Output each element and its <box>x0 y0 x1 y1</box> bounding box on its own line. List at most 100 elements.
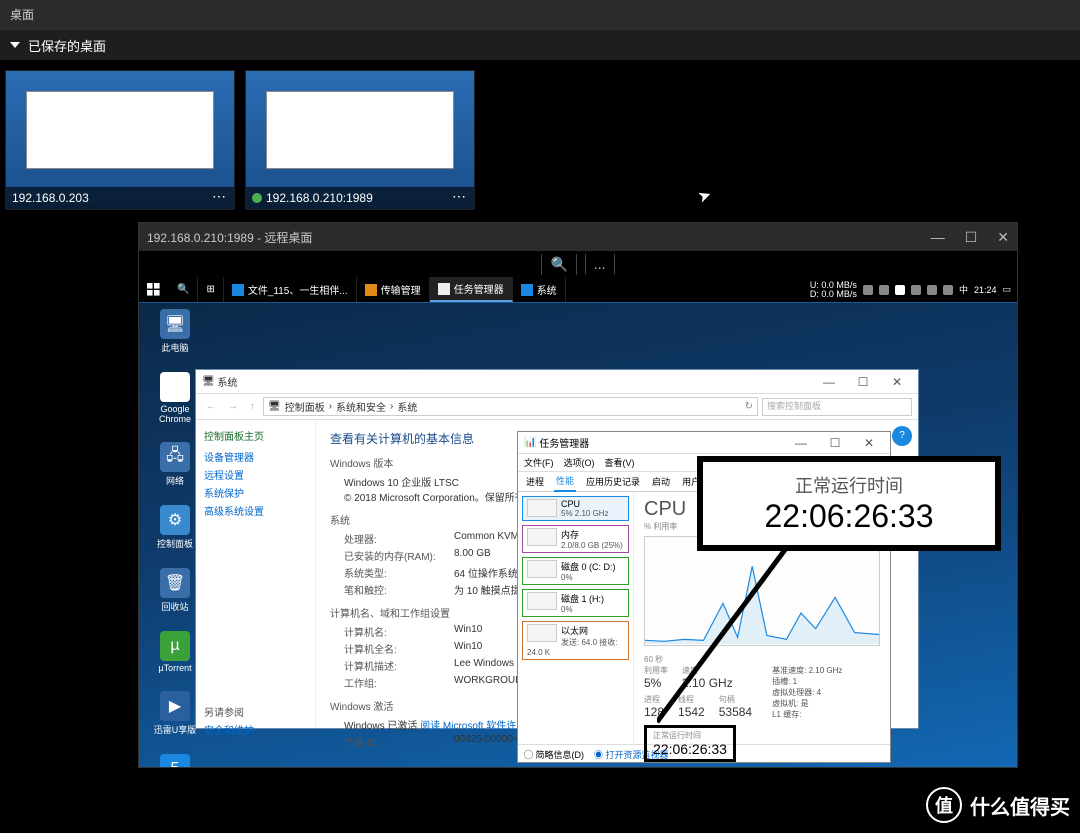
breadcrumb[interactable]: 系统 <box>397 399 417 414</box>
more-icon[interactable]: ⋯ <box>452 188 468 205</box>
tray-icon[interactable] <box>879 285 889 295</box>
watermark: 值 什么值得买 <box>926 787 1070 823</box>
app-icon <box>232 284 244 296</box>
stat-value: 128 <box>644 705 664 719</box>
task-item[interactable]: 传输管理 <box>357 277 430 302</box>
volume-icon[interactable] <box>943 285 953 295</box>
sidebar-link[interactable]: 安全和维护 <box>204 722 307 737</box>
saved-desktops-bar[interactable]: 已保存的桌面 <box>0 30 1080 60</box>
thumbnail-label: 192.168.0.203 <box>12 191 89 205</box>
stat-label: 利用率 <box>644 665 668 676</box>
windows-taskbar: 🔍 ⊞ 文件_115、一生相伴... 传输管理 任务管理器 系统 U: 0.0 … <box>139 277 1017 303</box>
saved-label: 已保存的桌面 <box>28 36 106 55</box>
maximize-button[interactable]: ☐ <box>820 434 850 452</box>
up-button[interactable]: ↑ <box>246 401 259 412</box>
task-item[interactable]: 系统 <box>513 277 566 302</box>
window-titlebar[interactable]: 192.168.0.210:1989 - 远程桌面 — ☐ ✕ <box>139 223 1017 251</box>
close-button[interactable]: ✕ <box>854 434 884 452</box>
tab[interactable]: 进程 <box>524 472 546 491</box>
desktop-icon[interactable]: 🖥此电脑 <box>147 309 203 354</box>
breadcrumb[interactable]: 控制面板 <box>285 399 325 414</box>
sidebar-link[interactable]: 系统保护 <box>204 485 307 500</box>
stat-value: 2.10 GHz <box>809 666 843 675</box>
stat-label: L1 缓存: <box>772 710 801 719</box>
label: 计算机描述: <box>344 658 454 673</box>
resource-card[interactable]: 以太网发送: 64.0 接收: 24.0 K <box>522 621 629 660</box>
minimize-button[interactable]: — <box>786 434 816 452</box>
tray-icon[interactable] <box>863 285 873 295</box>
sidebar-link[interactable]: 远程设置 <box>204 467 307 482</box>
maximize-button[interactable]: ☐ <box>848 373 878 391</box>
resource-card[interactable]: 内存2.0/8.0 GB (25%) <box>522 525 629 553</box>
watermark-text: 什么值得买 <box>970 791 1070 820</box>
mini-graph <box>527 560 557 578</box>
resource-card[interactable]: 磁盘 0 (C: D:)0% <box>522 557 629 585</box>
watermark-badge-icon: 值 <box>926 787 962 823</box>
minimize-button[interactable]: — <box>931 229 945 246</box>
tab[interactable]: 性能 <box>554 471 576 492</box>
help-icon[interactable]: ? <box>892 426 912 446</box>
search-icon[interactable]: 🔍 <box>169 277 198 302</box>
tray-icon[interactable] <box>911 285 921 295</box>
address-bar: ← → ↑ 🖥 控制面板 › 系统和安全 › 系统 ↻ 搜索控制面板 <box>196 394 918 420</box>
stat-label: 虚拟处理器: <box>772 688 814 697</box>
thumbnail-label: 192.168.0.210:1989 <box>266 191 373 205</box>
more-button[interactable]: ... <box>585 254 615 274</box>
label: 处理器: <box>344 531 454 546</box>
clock[interactable]: 21:24 <box>974 285 997 295</box>
refresh-icon[interactable]: ↻ <box>745 401 753 412</box>
task-item-active[interactable]: 任务管理器 <box>430 277 513 302</box>
uptime-label: 正常运行时间 <box>653 730 727 741</box>
menu-item[interactable]: 选项(O) <box>564 456 595 469</box>
close-button[interactable]: ✕ <box>997 229 1009 246</box>
resource-card[interactable]: 磁盘 1 (H:)0% <box>522 589 629 617</box>
window-title: 192.168.0.210:1989 - 远程桌面 <box>147 229 312 246</box>
start-button[interactable] <box>143 279 165 301</box>
stat-label: 速度 <box>682 665 733 676</box>
mini-graph <box>527 528 557 546</box>
more-icon[interactable]: ⋯ <box>212 188 228 205</box>
menu-item[interactable]: 查看(V) <box>605 456 635 469</box>
search-input[interactable]: 搜索控制面板 <box>762 398 912 416</box>
network-icon[interactable] <box>927 285 937 295</box>
sidebar-heading: 控制面板主页 <box>204 428 307 443</box>
stat-value: 4 <box>817 688 821 697</box>
sidebar-link[interactable]: 设备管理器 <box>204 449 307 464</box>
shield-icon[interactable] <box>895 285 905 295</box>
breadcrumb[interactable]: 系统和安全 <box>336 399 386 414</box>
value: WORKGROUP <box>454 675 522 690</box>
minimize-button[interactable]: — <box>814 373 844 391</box>
app-icon: µ <box>160 631 190 661</box>
back-button[interactable]: ← <box>202 401 220 412</box>
folder-icon: 🖥 <box>268 401 281 412</box>
maximize-button[interactable]: ☐ <box>965 229 978 246</box>
zoom-button[interactable]: 🔍 <box>541 254 576 275</box>
stat-label: 虚拟机: <box>772 699 798 708</box>
label: 系统类型: <box>344 565 454 580</box>
stat-label: 插槽: <box>772 677 790 686</box>
taskview-icon[interactable]: ⊞ <box>198 277 223 302</box>
notifications-icon[interactable]: ▭ <box>1002 284 1011 295</box>
value: Win10 <box>454 641 482 656</box>
resource-card[interactable]: CPU5% 2.10 GHz <box>522 496 629 521</box>
tab[interactable]: 启动 <box>650 472 672 491</box>
tab[interactable]: 应用历史记录 <box>584 472 642 491</box>
thumbnail-1[interactable]: 192.168.0.203 ⋯ <box>5 70 235 210</box>
sidebar: 控制面板主页 设备管理器 远程设置 系统保护 高级系统设置 另请参阅 安全和维护 <box>196 420 316 728</box>
label: 产品 ID: <box>344 734 454 749</box>
less-details-button[interactable]: ◯ 简略信息(D) <box>524 748 584 761</box>
sidebar-link[interactable]: 高级系统设置 <box>204 503 307 518</box>
menu-item[interactable]: 文件(F) <box>524 456 554 469</box>
mini-graph <box>527 624 557 642</box>
task-item[interactable]: 文件_115、一生相伴... <box>224 277 357 302</box>
info-text: Windows 已激活 <box>344 721 420 732</box>
system-titlebar[interactable]: 🖥 系统 — ☐ ✕ <box>196 370 918 394</box>
app-icon: 🖥 <box>202 376 215 387</box>
close-button[interactable]: ✕ <box>882 373 912 391</box>
tm-titlebar[interactable]: 📊 任务管理器 — ☐ ✕ <box>518 432 890 454</box>
forward-button[interactable]: → <box>224 401 242 412</box>
ime-icon[interactable]: 中 <box>959 283 968 296</box>
thumbnail-2[interactable]: 192.168.0.210:1989 ⋯ <box>245 70 475 210</box>
desktop-icon[interactable]: 5115chrome <box>147 754 203 767</box>
resource-list: CPU5% 2.10 GHz 内存2.0/8.0 GB (25%) 磁盘 0 (C:… <box>518 492 634 744</box>
